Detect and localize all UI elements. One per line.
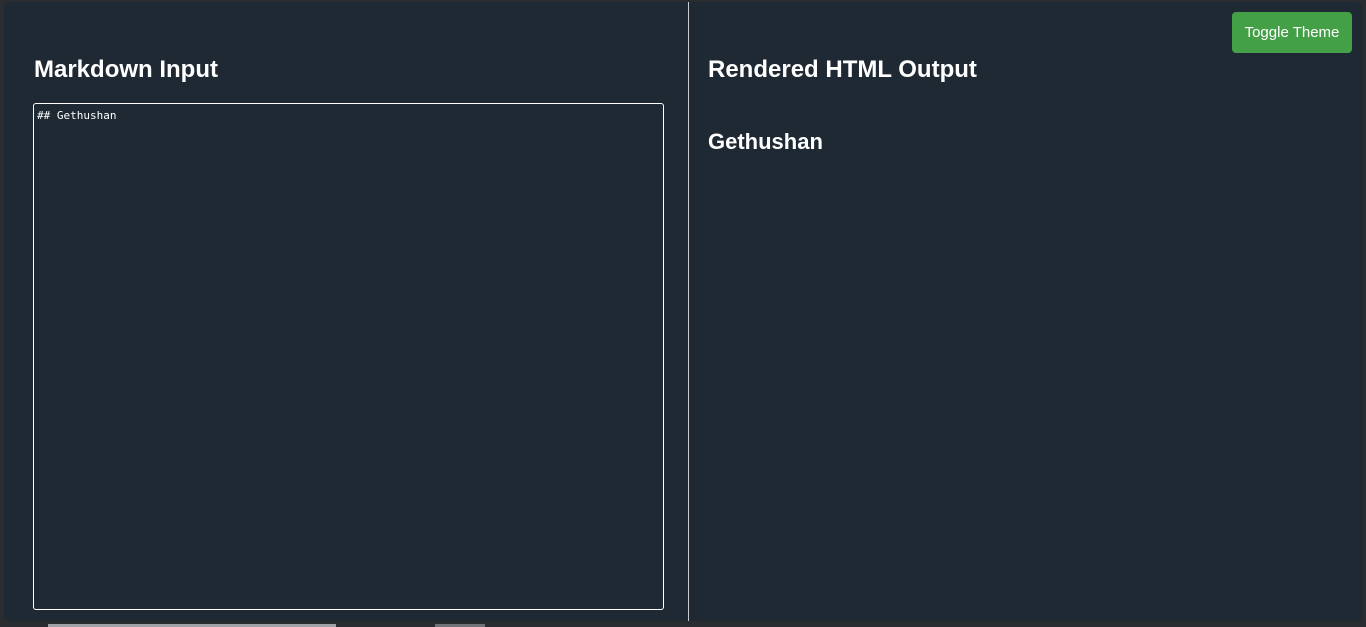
markdown-editor[interactable]: [33, 103, 664, 610]
rendered-output-pane: Rendered HTML Output Gethushan Toggle Th…: [689, 2, 1362, 621]
app-window: Markdown Input Rendered HTML Output Geth…: [4, 2, 1362, 621]
rendered-heading: Gethushan: [708, 129, 823, 154]
markdown-input-pane: Markdown Input: [4, 2, 688, 621]
rendered-output-title: Rendered HTML Output: [708, 56, 977, 83]
markdown-input-title: Markdown Input: [34, 56, 218, 83]
toggle-theme-button[interactable]: Toggle Theme: [1232, 12, 1352, 53]
rendered-preview: Gethushan: [708, 128, 1342, 156]
